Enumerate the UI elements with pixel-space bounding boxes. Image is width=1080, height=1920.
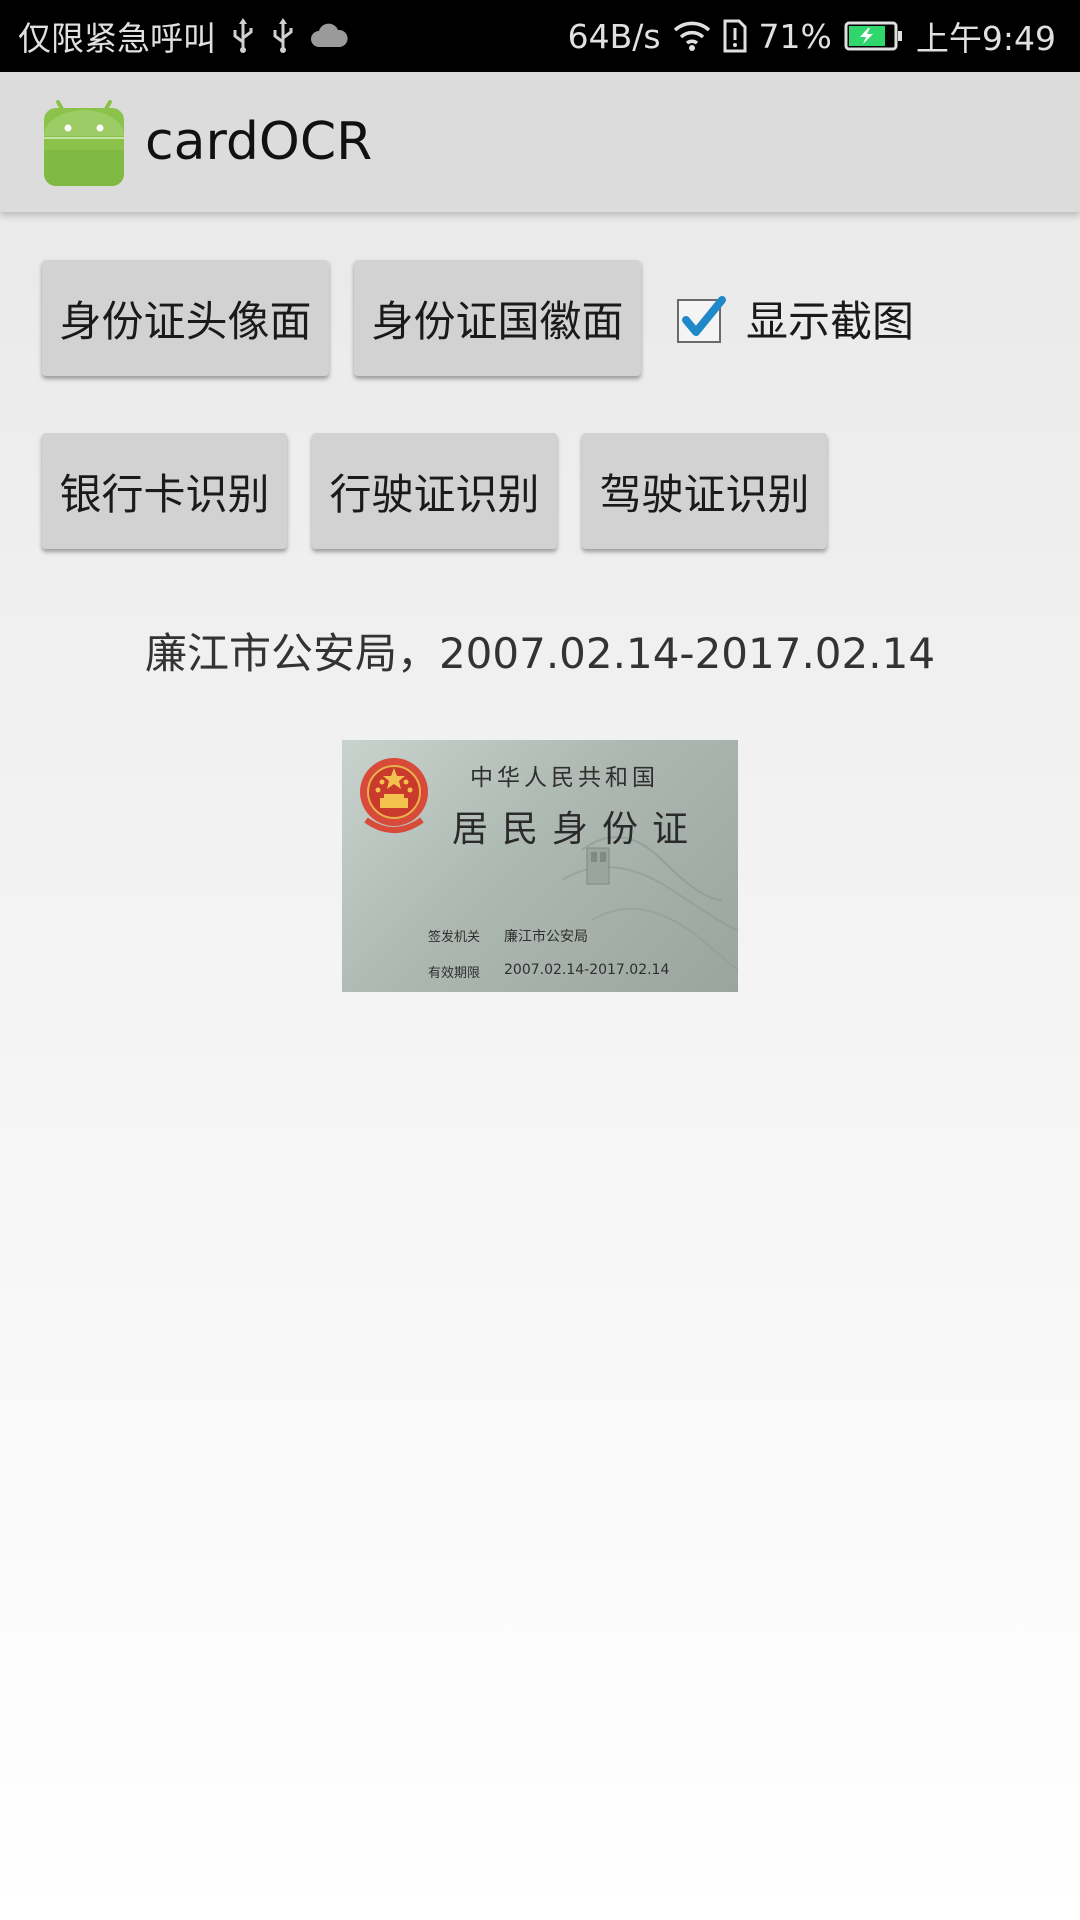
app-bar: cardOCR <box>0 72 1080 212</box>
network-speed: 64B/s <box>567 16 661 56</box>
sim-alert-icon <box>723 19 747 53</box>
card-country: 中华人民共和国 <box>470 765 659 791</box>
card-validity-label: 有效期限 <box>428 966 481 981</box>
card-authority-label: 签发机关 <box>428 930 481 945</box>
battery-percent: 71% <box>758 16 832 56</box>
app-title: cardOCR <box>145 112 373 172</box>
status-bar-left: 仅限紧急呼叫 <box>18 0 348 72</box>
wifi-icon <box>673 20 711 52</box>
checkbox-checked-icon[interactable] <box>676 294 726 343</box>
ocr-result-text: 廉江市公安局，2007.02.14-2017.02.14 <box>144 629 936 678</box>
vehicle-license-button[interactable]: 行驶证识别 <box>312 433 557 549</box>
card-authority-value: 廉江市公安局 <box>504 929 588 945</box>
clock: 上午9:49 <box>915 19 1056 58</box>
usb-icon <box>230 18 256 54</box>
card-title: 居民身份证 <box>452 809 703 850</box>
usb-icon <box>270 18 296 54</box>
cloud-icon <box>310 23 348 49</box>
bank-card-button[interactable]: 银行卡识别 <box>42 433 287 549</box>
android-icon <box>40 100 128 188</box>
checkbox-label: 显示截图 <box>746 296 915 346</box>
driver-license-button[interactable]: 驾驶证识别 <box>582 433 827 549</box>
status-bar-right: 64B/s 71% 上午9:49 <box>568 0 1056 72</box>
show-screenshot-checkbox[interactable]: 显示截图 <box>676 260 914 376</box>
carrier-text: 仅限紧急呼叫 <box>18 19 216 58</box>
id-card-image: 中华人民共和国 居民身份证 签发机关 廉江市公安局 有效期限 2007.02.1… <box>342 740 738 992</box>
id-back-button[interactable]: 身份证国徽面 <box>354 260 641 376</box>
battery-charging-icon <box>844 21 904 51</box>
card-validity-value: 2007.02.14-2017.02.14 <box>504 962 670 978</box>
id-front-button[interactable]: 身份证头像面 <box>42 260 329 376</box>
status-bar: 仅限紧急呼叫 64B/s 71% 上午9:49 <box>0 0 1080 72</box>
national-emblem-icon <box>356 754 432 840</box>
